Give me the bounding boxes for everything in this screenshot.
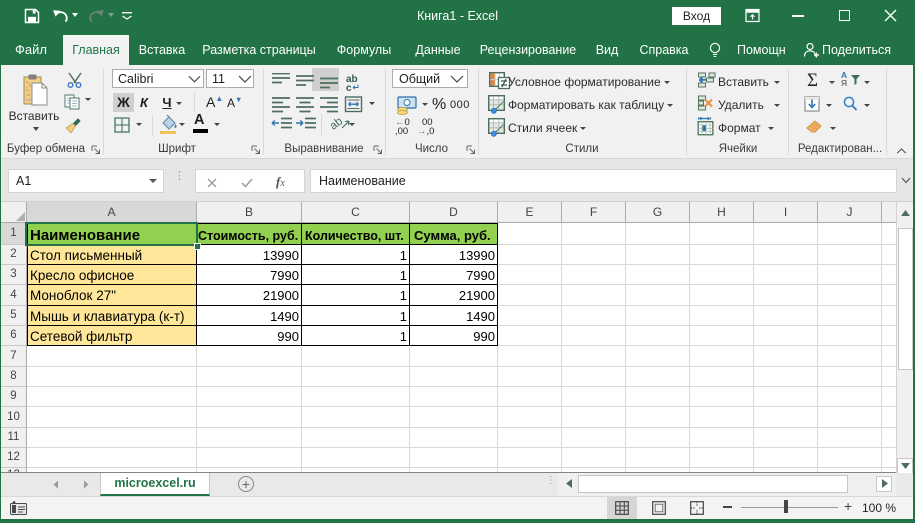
svg-text:c: c — [346, 83, 352, 94]
